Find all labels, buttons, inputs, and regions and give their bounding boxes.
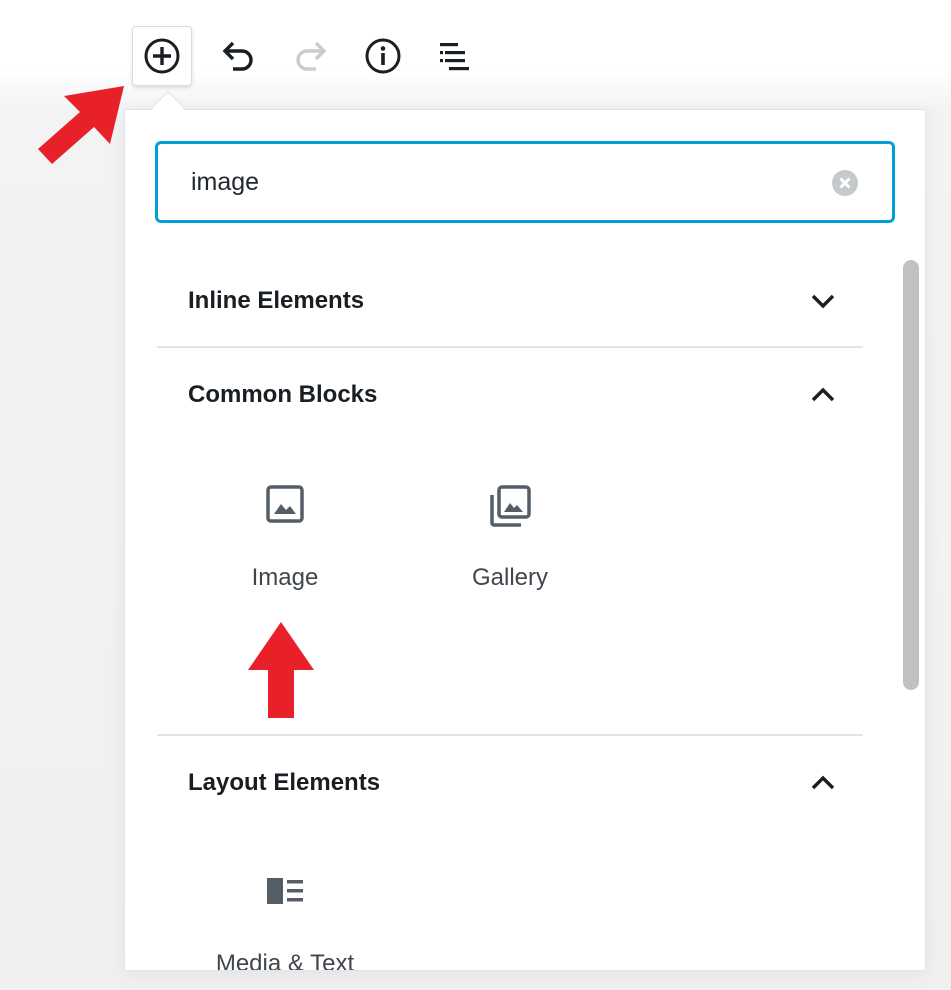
media-text-icon xyxy=(267,878,303,904)
block-label: Media & Text xyxy=(215,950,355,970)
block-item-gallery[interactable]: Gallery xyxy=(420,484,600,614)
list-outline-icon xyxy=(440,43,469,71)
editor-toolbar xyxy=(0,0,951,110)
block-search-input[interactable] xyxy=(191,144,811,220)
panel-title: Layout Elements xyxy=(188,769,381,796)
block-navigation-button[interactable] xyxy=(425,26,485,86)
chevron-up-icon xyxy=(811,775,835,790)
redo-icon xyxy=(296,41,327,71)
panel-layout-elements[interactable]: Layout Elements xyxy=(157,738,863,828)
panel-title: Inline Elements xyxy=(188,287,365,314)
panel-divider xyxy=(157,734,863,736)
chevron-down-icon xyxy=(811,294,835,309)
plus-circle-icon xyxy=(144,38,180,74)
annotation-arrow-diagonal xyxy=(38,86,124,164)
redo-button[interactable] xyxy=(281,26,341,86)
clear-search-icon[interactable] xyxy=(831,169,859,197)
block-search-field[interactable] xyxy=(155,141,895,223)
gallery-icon xyxy=(490,485,531,527)
undo-icon xyxy=(222,41,253,71)
block-label: Gallery xyxy=(471,564,549,591)
block-label: Image xyxy=(251,564,319,591)
panel-common-blocks[interactable]: Common Blocks xyxy=(157,350,863,440)
scrollbar-thumb[interactable] xyxy=(903,260,919,690)
undo-button[interactable] xyxy=(208,26,268,86)
panel-divider xyxy=(157,346,863,348)
block-item-image[interactable]: Image xyxy=(195,484,375,614)
layout-blocks-viewport: Media & Text xyxy=(124,860,898,970)
panel-inline-elements[interactable]: Inline Elements xyxy=(157,256,863,346)
annotation-arrow-up xyxy=(248,622,314,718)
block-item-media-text[interactable]: Media & Text xyxy=(195,876,375,970)
add-block-button[interactable] xyxy=(132,26,192,86)
image-icon xyxy=(266,485,304,523)
chevron-up-icon xyxy=(811,387,835,402)
info-icon xyxy=(365,38,401,74)
info-button[interactable] xyxy=(353,26,413,86)
panel-title: Common Blocks xyxy=(188,381,378,408)
